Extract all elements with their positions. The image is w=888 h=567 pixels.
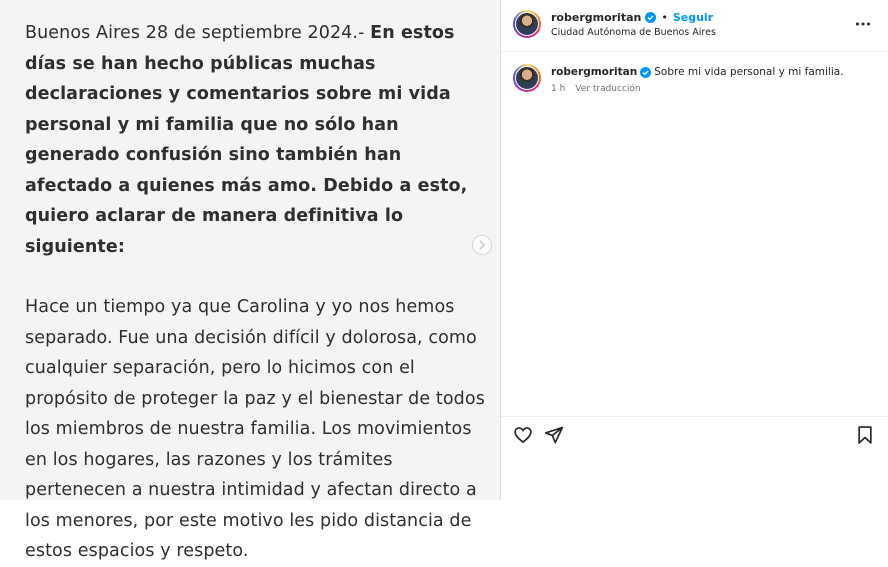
username-link[interactable]: robergmoritan [551,11,641,24]
header-user-line: robergmoritan • Seguir [551,11,713,24]
post-sidebar: robergmoritan • Seguir Ciudad Autónoma d… [500,0,888,500]
post-bold-text: En estos días se han hecho públicas much… [25,23,468,257]
post-header: robergmoritan • Seguir Ciudad Autónoma d… [501,0,888,52]
heart-icon [514,427,532,444]
post-date-text: Buenos Aires 28 de septiembre 2024.- [25,23,371,43]
caption-username[interactable]: robergmoritan [551,66,637,78]
location-link[interactable]: Ciudad Autónoma de Buenos Aires [551,27,716,38]
caption-meta: 1 h Ver traducción [551,84,641,94]
save-button[interactable] [855,425,875,445]
paper-plane-icon [544,426,564,444]
post-paragraph-2: Hace un tiempo ya que Carolina y yo nos … [25,297,485,561]
caption: robergmoritan Sobre mi vida personal y m… [551,66,844,78]
post-image: Buenos Aires 28 de septiembre 2024.- En … [0,0,500,561]
more-options-button[interactable] [855,16,871,32]
verified-badge-icon [645,12,657,23]
action-bar [501,416,888,451]
avatar[interactable] [513,10,541,38]
caption-avatar[interactable] [513,64,541,92]
separator-dot: • [661,11,668,24]
verified-badge-icon [640,66,652,78]
post-paragraph-1: Buenos Aires 28 de septiembre 2024.- En … [25,18,485,262]
caption-text: Sobre mi vida personal y mi familia. [654,66,844,78]
like-button[interactable] [513,425,533,445]
chevron-right-icon [479,240,486,250]
post-text: Buenos Aires 28 de septiembre 2024.- En … [25,18,485,567]
bookmark-icon [858,426,872,444]
next-slide-button[interactable] [472,235,492,255]
see-translation-link[interactable]: Ver traducción [575,84,640,94]
caption-time[interactable]: 1 h [551,84,565,94]
more-options-icon [856,22,870,26]
follow-button[interactable]: Seguir [673,11,713,24]
share-button[interactable] [544,425,564,445]
